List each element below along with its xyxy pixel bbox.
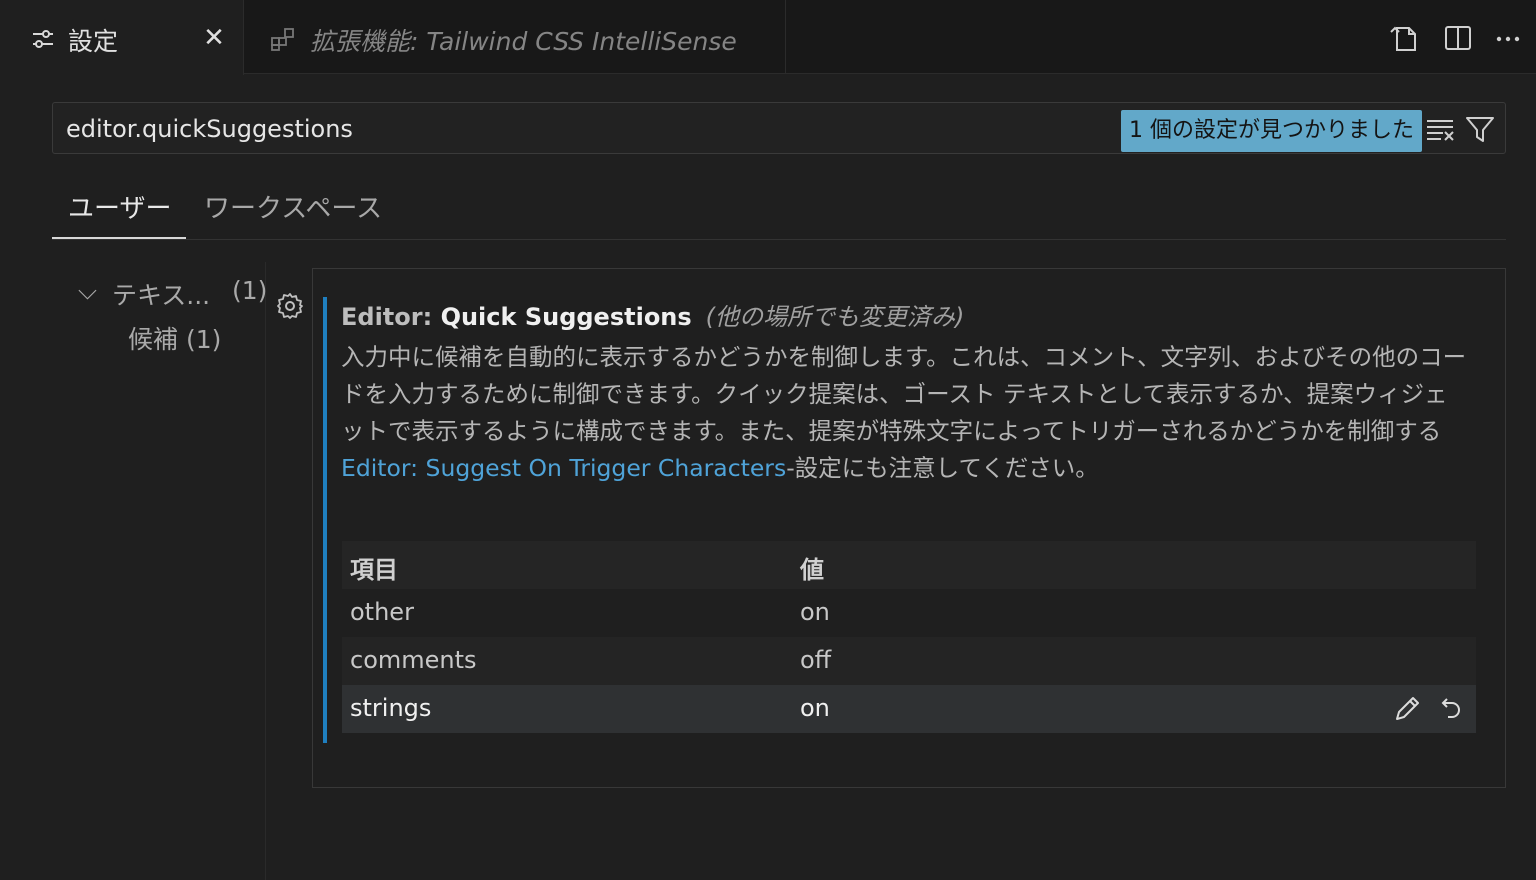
search-query[interactable]: editor.quickSuggestions	[66, 115, 353, 143]
row-value: off	[800, 646, 832, 674]
header-key: 項目	[350, 556, 398, 584]
tab-user[interactable]: ユーザー	[68, 188, 171, 225]
setting-object-table: 項目 値 other on comments off strings on	[342, 541, 1476, 733]
description-suffix: -設定にも注意してください。	[786, 454, 1099, 482]
settings-sliders-icon	[33, 30, 53, 48]
setting-title: Editor: Quick Suggestions (他の場所でも変更済み)	[341, 297, 964, 332]
gear-icon[interactable]	[276, 292, 304, 320]
clear-filter-icon[interactable]	[1425, 115, 1455, 143]
extensions-icon	[271, 28, 294, 51]
setting-item-quick-suggestions: Editor: Quick Suggestions (他の場所でも変更済み) 入力…	[312, 268, 1506, 788]
split-editor-icon[interactable]	[1442, 22, 1474, 54]
row-value: on	[800, 598, 830, 626]
setting-category: Editor:	[341, 303, 441, 331]
chevron-down-icon[interactable]: ⌵	[78, 276, 97, 306]
settings-scope-tabs: ユーザー ワークスペース	[52, 180, 1506, 240]
table-header: 項目 値	[342, 541, 1476, 589]
more-actions-icon[interactable]	[1492, 22, 1524, 54]
table-row[interactable]: other on	[342, 589, 1476, 637]
modified-elsewhere-note[interactable]: (他の場所でも変更済み)	[706, 303, 965, 331]
tab-extension-label: 拡張機能: Tailwind CSS IntelliSense	[310, 27, 737, 56]
table-row[interactable]: comments off	[342, 637, 1476, 685]
active-tab-indicator	[52, 237, 186, 239]
table-row[interactable]: strings on	[342, 685, 1476, 733]
settings-search-input[interactable]: editor.quickSuggestions 1 個の設定が見つかりました	[52, 102, 1506, 154]
tab-extension-tailwind[interactable]: 拡張機能: Tailwind CSS IntelliSense	[244, 0, 786, 74]
suggest-on-trigger-link[interactable]: Editor: Suggest On Trigger Characters	[341, 454, 786, 482]
edit-pencil-icon[interactable]	[1392, 694, 1422, 724]
row-key: strings	[350, 694, 432, 722]
reset-undo-icon[interactable]	[1436, 694, 1466, 724]
close-icon[interactable]: ✕	[200, 24, 228, 52]
header-value: 値	[800, 556, 824, 584]
tab-settings[interactable]: 設定 ✕	[0, 0, 244, 75]
setting-name: Quick Suggestions	[440, 303, 692, 331]
tab-settings-label: 設定	[68, 27, 119, 56]
open-settings-json-icon[interactable]	[1388, 22, 1420, 54]
result-count-badge: 1 個の設定が見つかりました	[1121, 110, 1422, 152]
filter-icon[interactable]	[1465, 115, 1495, 143]
toc-item-suggestions[interactable]: 候補 (1)	[128, 320, 221, 356]
description-text: 入力中に候補を自動的に表示するかどうかを制御します。これは、コメント、文字列、お…	[341, 343, 1467, 445]
tab-workspace[interactable]: ワークスペース	[204, 188, 382, 225]
modified-indicator	[323, 297, 327, 743]
editor-tab-bar: 設定 ✕ 拡張機能: Tailwind CSS IntelliSense	[0, 0, 1536, 75]
toc-item-text-editor[interactable]: テキス...	[112, 276, 210, 312]
row-key: comments	[350, 646, 477, 674]
setting-description: 入力中に候補を自動的に表示するかどうかを制御します。これは、コメント、文字列、お…	[341, 339, 1471, 487]
settings-toc: ⌵ テキス... (1) 候補 (1)	[52, 262, 268, 880]
row-value: on	[800, 694, 830, 722]
toc-item-count: (1)	[232, 276, 268, 305]
row-key: other	[350, 598, 414, 626]
